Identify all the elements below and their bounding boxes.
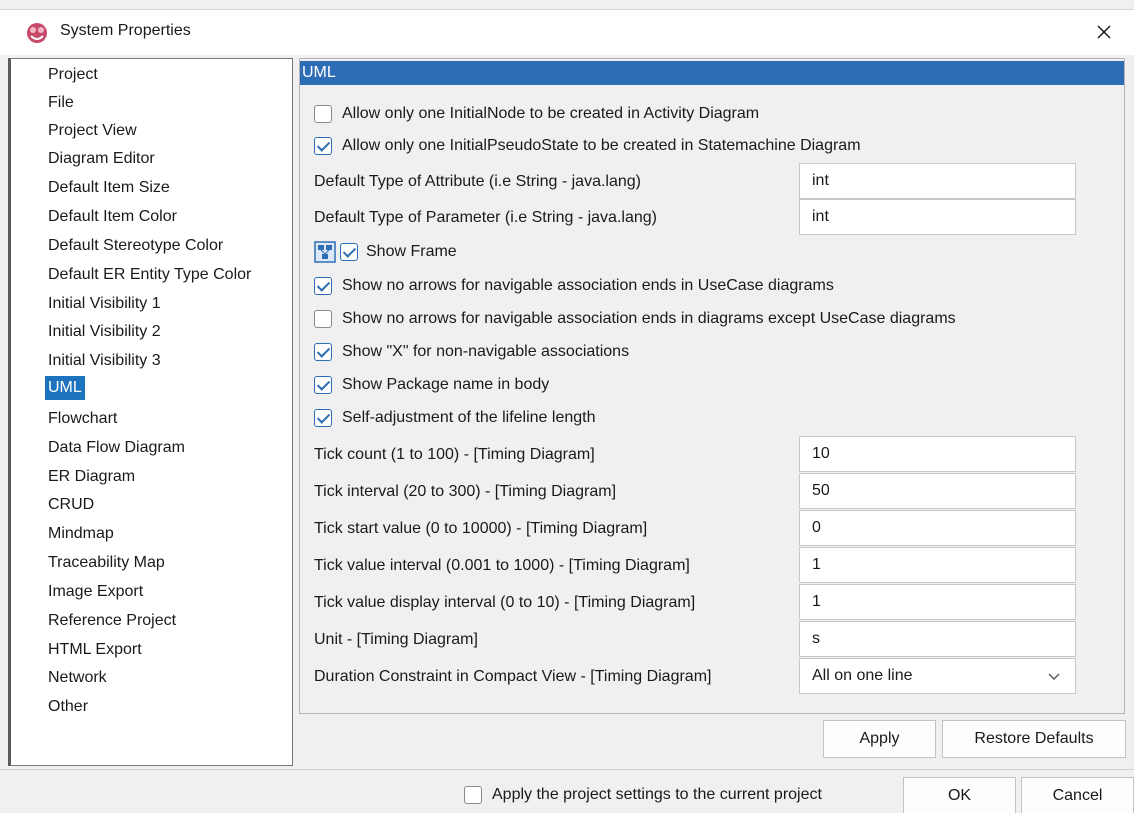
sidebar-item-traceability-map[interactable]: Traceability Map: [45, 551, 168, 575]
allow-one-initial-node-row[interactable]: Allow only one InitialNode to be created…: [314, 99, 759, 129]
panel-header: UML: [300, 61, 1124, 85]
sidebar-item-uml[interactable]: UML: [45, 376, 85, 400]
sidebar-item-default-item-color[interactable]: Default Item Color: [45, 205, 180, 229]
duration-constraint-select[interactable]: All on one line: [799, 658, 1076, 694]
footer-divider: [0, 769, 1134, 770]
show-package-name-row[interactable]: Show Package name in body: [314, 370, 549, 400]
duration-constraint-value: All on one line: [812, 667, 913, 684]
tick-interval-label: Tick interval (20 to 300) - [Timing Diag…: [314, 483, 617, 500]
tick-interval-input[interactable]: [799, 473, 1076, 509]
no-arrows-usecase-checkbox[interactable]: [314, 277, 332, 295]
apply-button[interactable]: Apply: [823, 720, 936, 758]
restore-defaults-button[interactable]: Restore Defaults: [942, 720, 1126, 758]
apply-project-settings-checkbox[interactable]: [464, 786, 482, 804]
tick-value-interval-input[interactable]: [799, 547, 1076, 583]
no-arrows-except-usecase-row[interactable]: Show no arrows for navigable association…: [314, 304, 956, 334]
cancel-button[interactable]: Cancel: [1021, 777, 1134, 813]
category-list: Project File Project View Diagram Editor…: [8, 58, 293, 766]
sidebar-item-er-diagram[interactable]: ER Diagram: [45, 465, 138, 489]
sidebar-item-diagram-editor[interactable]: Diagram Editor: [45, 147, 158, 171]
sidebar-item-default-stereotype-color[interactable]: Default Stereotype Color: [45, 234, 226, 258]
sidebar-item-initial-visibility-3[interactable]: Initial Visibility 3: [45, 349, 164, 373]
sidebar-item-default-er-entity-type-color[interactable]: Default ER Entity Type Color: [45, 263, 254, 287]
sidebar-item-default-item-size[interactable]: Default Item Size: [45, 176, 173, 200]
sidebar-item-html-export[interactable]: HTML Export: [45, 638, 145, 662]
tick-start-value-label: Tick start value (0 to 10000) - [Timing …: [314, 520, 648, 537]
window-top-strip: [0, 0, 1134, 10]
unit-label: Unit - [Timing Diagram]: [314, 631, 478, 648]
app-logo-icon: [27, 23, 47, 43]
default-attribute-type-label: Default Type of Attribute (i.e String - …: [314, 173, 641, 190]
allow-one-initial-node-label: Allow only one InitialNode to be created…: [342, 105, 760, 122]
tick-count-input[interactable]: [799, 436, 1076, 472]
show-x-non-navigable-label: Show "X" for non-navigable associations: [342, 343, 630, 360]
no-arrows-usecase-row[interactable]: Show no arrows for navigable association…: [314, 271, 834, 301]
sidebar-item-initial-visibility-2[interactable]: Initial Visibility 2: [45, 320, 164, 344]
sidebar-item-project-view[interactable]: Project View: [45, 119, 140, 143]
sidebar-item-project[interactable]: Project: [45, 63, 101, 87]
tick-count-label: Tick count (1 to 100) - [Timing Diagram]: [314, 446, 595, 463]
sidebar-item-reference-project[interactable]: Reference Project: [45, 609, 179, 633]
allow-one-initial-pseudostate-row[interactable]: Allow only one InitialPseudoState to be …: [314, 131, 861, 161]
show-package-name-label: Show Package name in body: [342, 376, 550, 393]
unit-input[interactable]: [799, 621, 1076, 657]
tick-start-value-input[interactable]: [799, 510, 1076, 546]
sidebar-item-mindmap[interactable]: Mindmap: [45, 522, 117, 546]
apply-project-settings-row[interactable]: Apply the project settings to the curren…: [464, 786, 822, 804]
default-parameter-type-input[interactable]: [799, 199, 1076, 235]
allow-one-initial-pseudostate-label: Allow only one InitialPseudoState to be …: [342, 137, 861, 154]
close-icon: [1097, 25, 1111, 39]
tick-value-display-interval-input[interactable]: [799, 584, 1076, 620]
sidebar-item-network[interactable]: Network: [45, 666, 110, 690]
show-frame-row[interactable]: Show Frame: [314, 237, 457, 267]
window-title: System Properties: [60, 22, 191, 39]
close-button[interactable]: [1084, 14, 1124, 50]
no-arrows-usecase-label: Show no arrows for navigable association…: [342, 277, 834, 294]
ok-button[interactable]: OK: [903, 777, 1016, 813]
sidebar-item-image-export[interactable]: Image Export: [45, 580, 146, 604]
duration-constraint-label: Duration Constraint in Compact View - [T…: [314, 668, 712, 685]
system-properties-dialog: System Properties Project File Project V…: [0, 0, 1134, 813]
show-x-non-navigable-checkbox[interactable]: [314, 343, 332, 361]
default-attribute-type-input[interactable]: [799, 163, 1076, 199]
self-adjust-lifeline-checkbox[interactable]: [314, 409, 332, 427]
allow-one-initial-node-checkbox[interactable]: [314, 105, 332, 123]
sidebar-item-flowchart[interactable]: Flowchart: [45, 407, 120, 431]
self-adjust-lifeline-row[interactable]: Self-adjustment of the lifeline length: [314, 403, 595, 433]
sidebar-item-crud[interactable]: CRUD: [45, 493, 97, 517]
sidebar-item-other[interactable]: Other: [45, 695, 91, 719]
show-x-non-navigable-row[interactable]: Show "X" for non-navigable associations: [314, 337, 629, 367]
sidebar-item-initial-visibility-1[interactable]: Initial Visibility 1: [45, 292, 164, 316]
apply-project-settings-label: Apply the project settings to the curren…: [492, 786, 822, 803]
no-arrows-except-usecase-label: Show no arrows for navigable association…: [342, 310, 956, 327]
frame-diagram-icon: [314, 241, 336, 263]
default-parameter-type-label: Default Type of Parameter (i.e String - …: [314, 209, 657, 226]
no-arrows-except-usecase-checkbox[interactable]: [314, 310, 332, 328]
title-bar: System Properties: [0, 10, 1134, 55]
sidebar-item-file[interactable]: File: [45, 91, 77, 115]
show-package-name-checkbox[interactable]: [314, 376, 332, 394]
tick-value-display-interval-label: Tick value display interval (0 to 10) - …: [314, 594, 696, 611]
allow-one-initial-pseudostate-checkbox[interactable]: [314, 137, 332, 155]
chevron-down-icon: [1048, 673, 1060, 680]
uml-settings-panel: UML Allow only one InitialNode to be cre…: [299, 58, 1125, 714]
self-adjust-lifeline-label: Self-adjustment of the lifeline length: [342, 409, 596, 426]
tick-value-interval-label: Tick value interval (0.001 to 1000) - [T…: [314, 557, 690, 574]
show-frame-label: Show Frame: [366, 243, 457, 260]
show-frame-checkbox[interactable]: [340, 243, 358, 261]
sidebar-item-data-flow-diagram[interactable]: Data Flow Diagram: [45, 436, 188, 460]
